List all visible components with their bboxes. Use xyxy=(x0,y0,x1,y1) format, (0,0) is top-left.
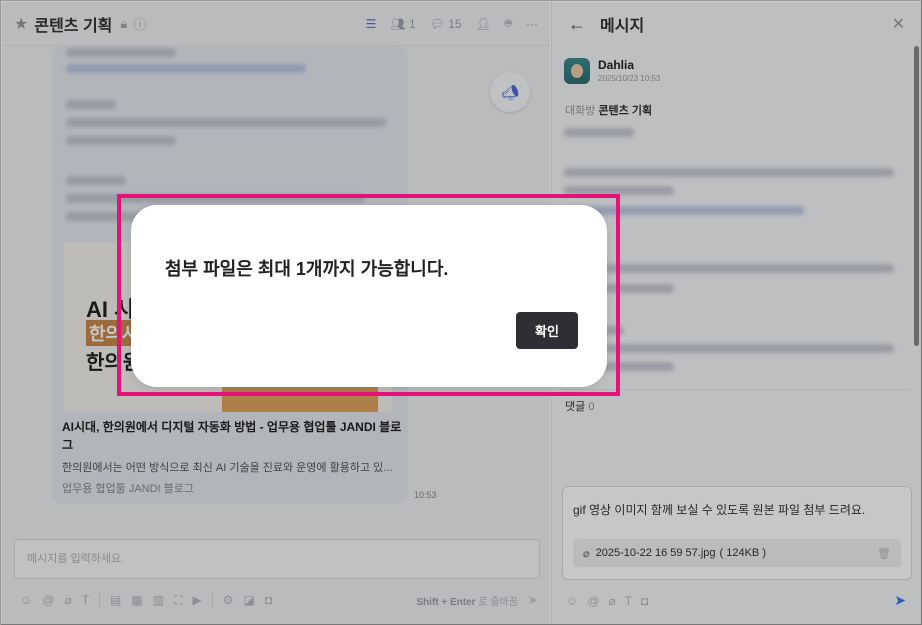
confirm-button[interactable]: 확인 xyxy=(516,312,578,349)
app-window: ★ 콘텐츠 기획 🔒︎ ⓘ ☰ 👥︎ 1 💬︎ 15 👤︎ 🤖︎ ··· AI … xyxy=(0,0,922,625)
alert-dialog: 첨부 파일은 최대 1개까지 가능합니다. 확인 xyxy=(131,205,607,387)
dialog-message: 첨부 파일은 최대 1개까지 가능합니다. xyxy=(165,259,449,279)
